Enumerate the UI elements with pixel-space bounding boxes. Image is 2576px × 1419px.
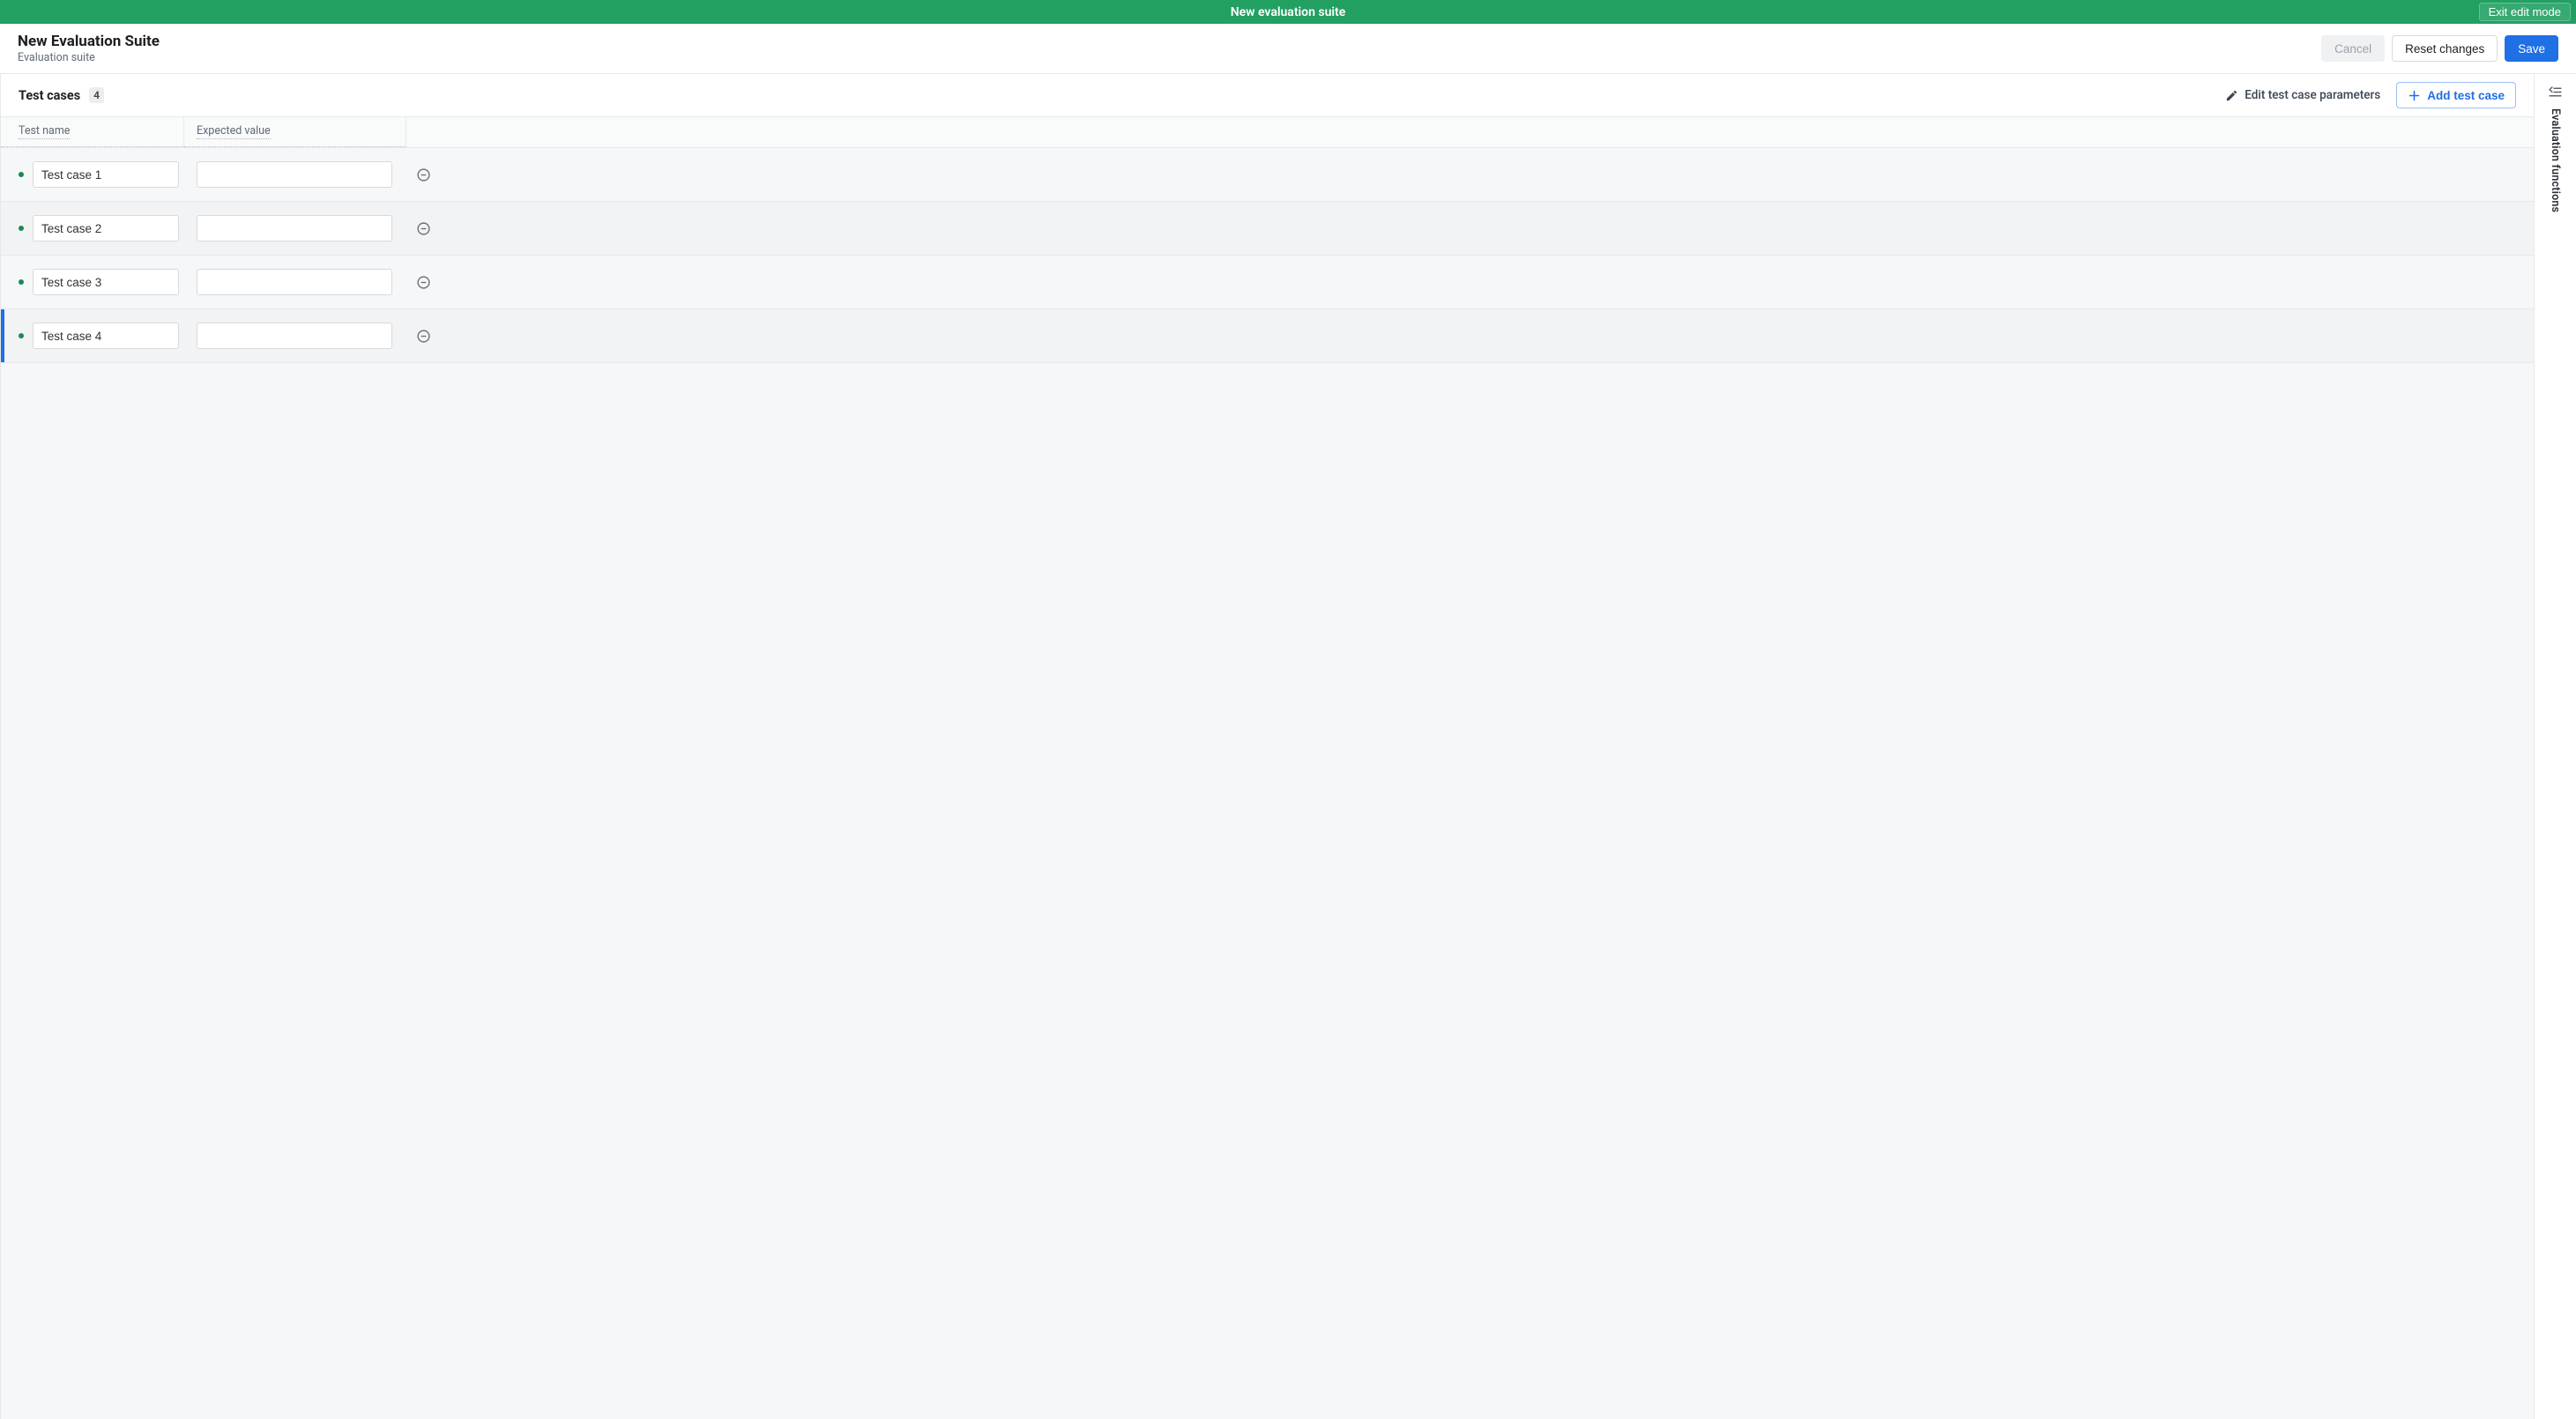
- column-headers: Test name Expected value: [1, 117, 2534, 148]
- rail-label: Evaluation functions: [2549, 108, 2562, 212]
- exit-edit-mode-button[interactable]: Exit edit mode: [2479, 3, 2571, 21]
- reset-changes-button[interactable]: Reset changes: [2392, 35, 2498, 62]
- plus-icon: [2408, 89, 2421, 102]
- testcase-rows: [1, 148, 2534, 1419]
- testcases-title: Test cases: [19, 88, 80, 103]
- column-header-test-name[interactable]: Test name: [1, 117, 184, 147]
- circle-minus-icon: [416, 221, 431, 236]
- testcases-toolbar: Test cases 4 Edit test case parameters: [1, 74, 2534, 117]
- circle-minus-icon: [416, 167, 431, 182]
- cancel-button[interactable]: Cancel: [2321, 35, 2385, 62]
- evaluation-functions-rail[interactable]: Evaluation functions: [2534, 74, 2576, 1419]
- testcase-row[interactable]: [1, 256, 2534, 309]
- status-dot-icon: [19, 226, 24, 231]
- test-name-input[interactable]: [33, 269, 179, 295]
- page-header: New Evaluation Suite Evaluation suite Ca…: [0, 24, 2576, 74]
- pencil-icon: [2225, 89, 2238, 102]
- banner-title: New evaluation suite: [1231, 5, 1346, 19]
- status-dot-icon: [19, 172, 24, 177]
- save-button[interactable]: Save: [2505, 35, 2558, 62]
- remove-row-button[interactable]: [415, 167, 431, 182]
- remove-row-button[interactable]: [415, 274, 431, 290]
- circle-minus-icon: [416, 329, 431, 344]
- test-name-input[interactable]: [33, 215, 179, 241]
- testcases-count-badge: 4: [89, 87, 104, 103]
- add-test-case-button[interactable]: Add test case: [2396, 82, 2516, 108]
- test-name-input[interactable]: [33, 161, 179, 188]
- expected-value-input[interactable]: [197, 269, 392, 295]
- exit-edit-mode-label: Exit edit mode: [2489, 5, 2561, 19]
- status-dot-icon: [19, 333, 24, 338]
- testcase-row[interactable]: [1, 148, 2534, 202]
- edit-mode-banner: New evaluation suite Exit edit mode: [0, 0, 2576, 24]
- expected-value-input[interactable]: [197, 215, 392, 241]
- expected-value-input[interactable]: [197, 161, 392, 188]
- circle-minus-icon: [416, 275, 431, 290]
- test-name-input[interactable]: [33, 323, 179, 349]
- status-dot-icon: [19, 279, 24, 285]
- remove-row-button[interactable]: [415, 328, 431, 344]
- list-collapse-icon[interactable]: [2548, 85, 2563, 100]
- edit-test-case-parameters-button[interactable]: Edit test case parameters: [2225, 88, 2380, 102]
- page-title: New Evaluation Suite: [18, 33, 160, 50]
- remove-row-button[interactable]: [415, 220, 431, 236]
- column-header-expected-value[interactable]: Expected value: [184, 117, 406, 147]
- expected-value-input[interactable]: [197, 323, 392, 349]
- testcase-row[interactable]: [1, 202, 2534, 256]
- page-subtitle: Evaluation suite: [18, 51, 160, 64]
- testcase-row[interactable]: [1, 309, 2534, 363]
